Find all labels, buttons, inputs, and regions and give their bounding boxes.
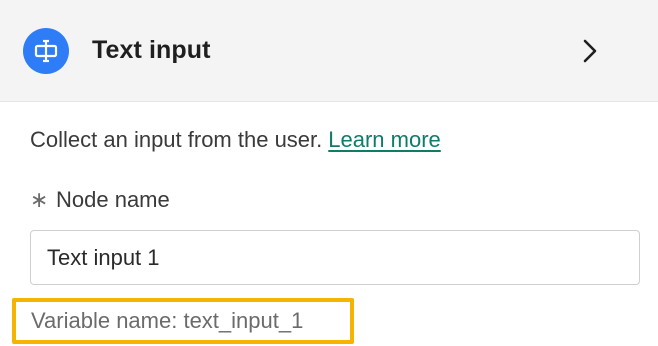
text-input-node-icon (23, 28, 69, 74)
chevron-right-icon[interactable] (576, 36, 604, 66)
node-name-input[interactable] (30, 230, 640, 285)
node-settings-panel: Text input Collect an input from the use… (0, 0, 658, 346)
node-name-label: ∗ Node name (30, 187, 170, 213)
node-name-label-text: Node name (56, 187, 170, 212)
panel-header: Text input (0, 0, 658, 102)
text-input-glyph-icon (34, 39, 58, 63)
learn-more-link[interactable]: Learn more (328, 127, 441, 152)
node-description: Collect an input from the user. Learn mor… (30, 127, 441, 153)
panel-title: Text input (92, 36, 211, 64)
description-text: Collect an input from the user. (30, 127, 323, 152)
variable-name-text: Variable name: text_input_1 (31, 308, 304, 333)
variable-name-highlight: Variable name: text_input_1 (12, 298, 354, 344)
asterisk-icon: ∗ (30, 187, 49, 212)
